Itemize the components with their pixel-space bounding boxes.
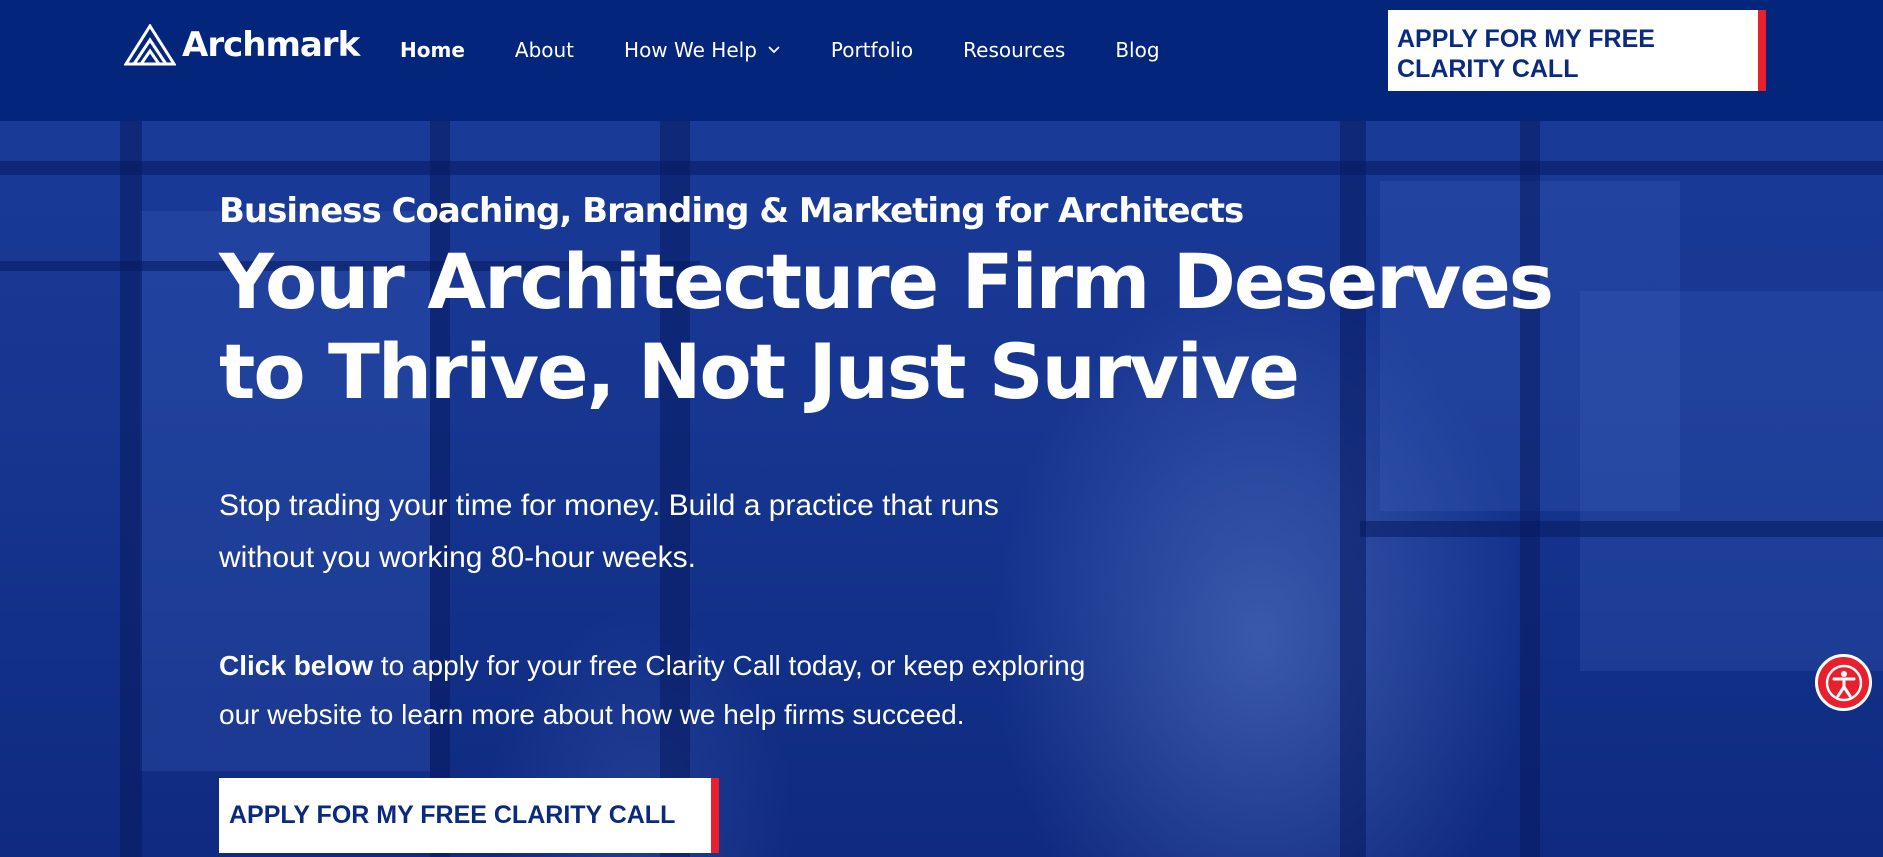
nav-item-how-we-help-label: How We Help [624,38,757,62]
hero-bg-window-frame [0,161,1883,175]
header-apply-label-line1: APPLY FOR MY FREE [1397,25,1655,53]
main-nav: Home About How We Help Portfolio Resourc… [400,0,1210,100]
header-apply-button[interactable]: APPLY FOR MY FREE CLARITY CALL [1388,10,1766,91]
hero-bg-window-frame [1340,121,1366,857]
hero-secondary-text: Click below to apply for your free Clari… [219,641,1219,739]
hero-headline-line2: to Thrive, Not Just Survive [219,327,1300,416]
accessibility-icon [1825,664,1862,701]
nav-item-home[interactable]: Home [400,38,465,62]
hero-bg-window-frame [1360,521,1883,537]
hero-bg-window-frame [120,121,142,857]
accessibility-button[interactable] [1815,654,1872,711]
hero-headline: Your Architecture Firm Deserves to Thriv… [219,237,1579,417]
hero-secondary-bold: Click below [219,650,374,681]
chevron-down-icon [768,46,780,54]
nav-item-about[interactable]: About [515,38,574,62]
header-apply-label-line2: CLARITY CALL [1397,55,1579,83]
hero-apply-button[interactable]: APPLY FOR MY FREE CLARITY CALL [219,778,719,853]
hero-secondary-line2: our website to learn more about how we h… [219,699,965,730]
archmark-logo[interactable]: Archmark [124,24,360,66]
hero-secondary-rest: to apply for your free Clarity Call toda… [373,650,1086,681]
hero-section: Business Coaching, Branding & Marketing … [0,121,1883,857]
nav-item-blog[interactable]: Blog [1115,38,1159,62]
archmark-logo-icon [124,24,176,66]
hero-eyebrow: Business Coaching, Branding & Marketing … [219,191,1244,231]
hero-lead: Stop trading your time for money. Build … [219,480,1119,584]
nav-item-resources[interactable]: Resources [963,38,1065,62]
nav-item-portfolio[interactable]: Portfolio [831,38,913,62]
logo-text: Archmark [182,25,360,65]
nav-item-how-we-help[interactable]: How We Help [624,38,781,62]
hero-headline-line1: Your Architecture Firm Deserves [219,237,1554,326]
hero-lead-line1: Stop trading your time for money. Build … [219,489,999,522]
hero-lead-line2: without you working 80-hour weeks. [219,541,696,574]
hero-bg-window-frame [1520,121,1540,857]
site-header: Archmark Home About How We Help Portfoli… [0,0,1883,121]
hero-bg-window-pane [1580,291,1883,671]
